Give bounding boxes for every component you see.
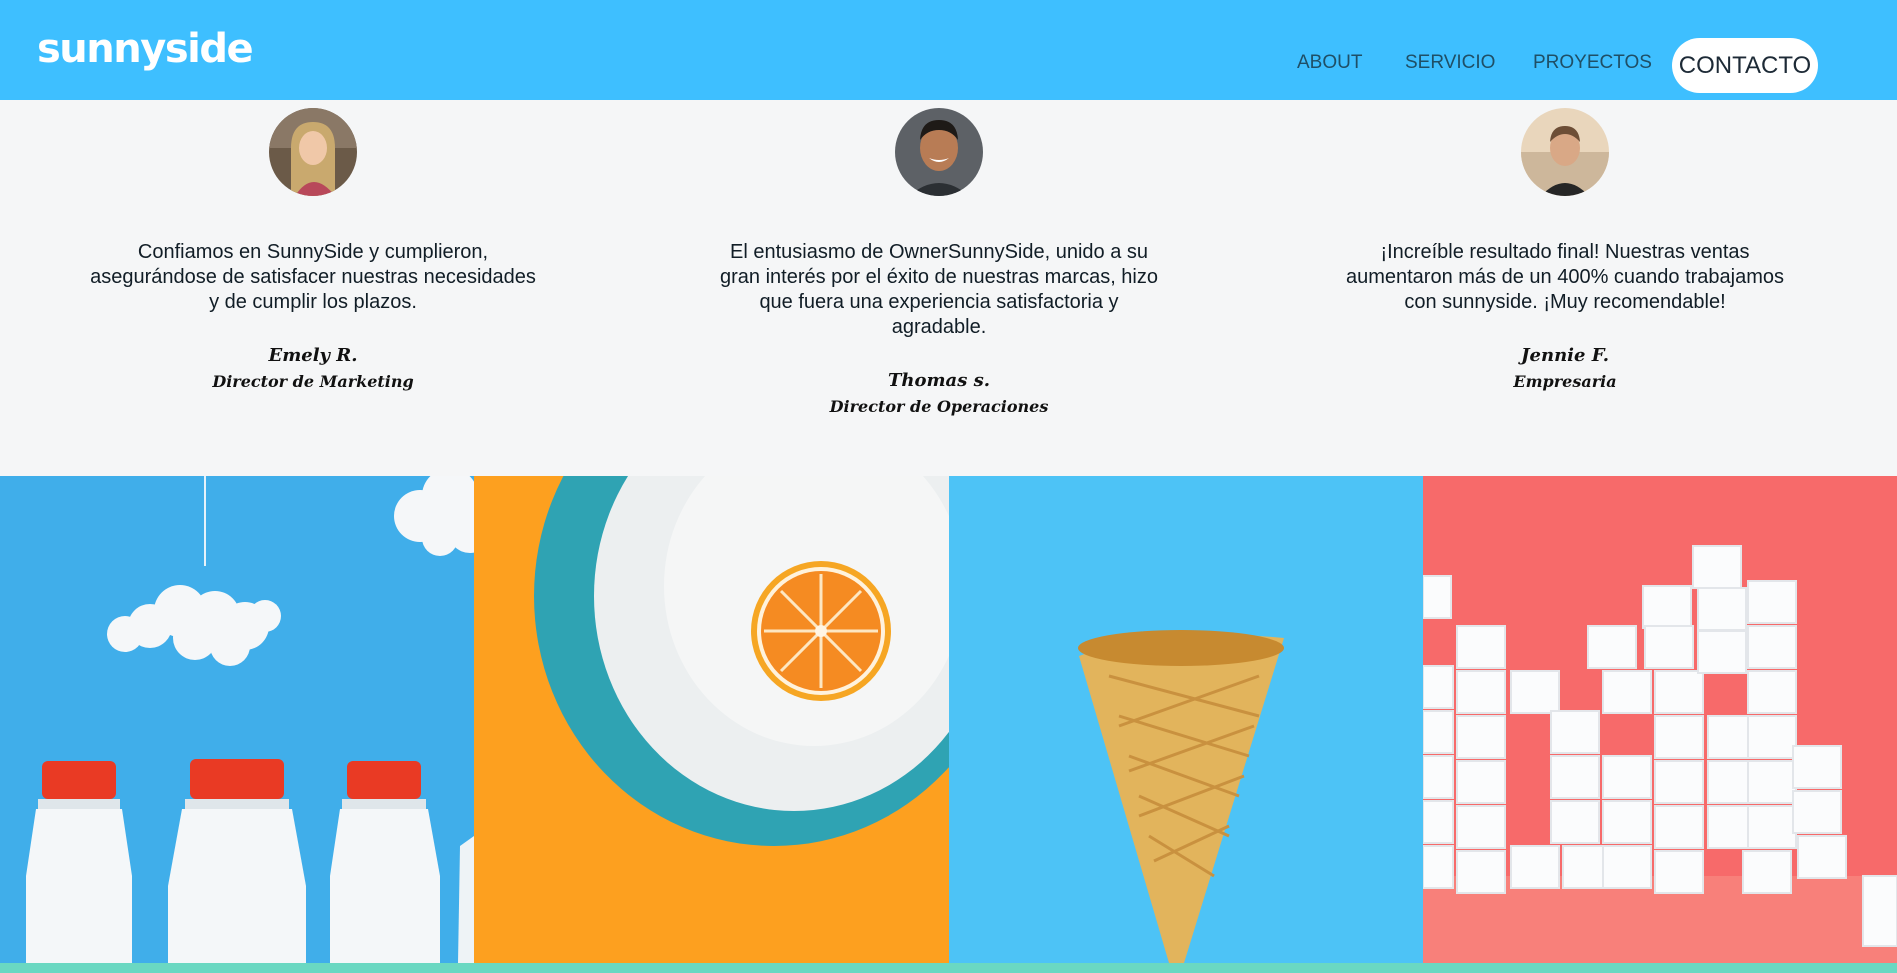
testimonial-role: Director de Marketing <box>212 372 414 391</box>
sugar-cubes-image <box>1423 476 1897 963</box>
testimonial-card: El entusiasmo de OwnerSunnySide, unido a… <box>679 108 1199 416</box>
milk-bottles-image <box>0 476 474 963</box>
nav-proyectos-link[interactable]: PROYECTOS <box>1533 52 1652 74</box>
testimonial-role: Director de Operaciones <box>829 397 1049 416</box>
testimonial-quote: ¡Increíble resultado final! Nuestras ven… <box>1345 241 1785 313</box>
main-nav: ABOUT SERVICIO PROYECTOS CONTACTO <box>0 38 1897 98</box>
avatar <box>895 108 983 196</box>
avatar <box>269 108 357 196</box>
footer-accent-bar <box>0 963 1897 973</box>
avatar <box>1521 108 1609 196</box>
testimonial-name: Emely R. <box>268 345 358 366</box>
testimonial-role: Empresaria <box>1513 372 1617 391</box>
site-header: sunnyside ABOUT SERVICIO PROYECTOS CONTA… <box>0 0 1897 100</box>
testimonial-name: Thomas s. <box>888 370 990 391</box>
image-gallery <box>0 476 1897 963</box>
ice-cream-cone-image <box>949 476 1423 963</box>
testimonial-name: Jennie F. <box>1521 345 1609 366</box>
nav-about-link[interactable]: ABOUT <box>1297 52 1362 74</box>
orange-plate-image <box>474 476 949 963</box>
testimonial-card: Confiamos en SunnySide y cumplieron, ase… <box>53 108 573 391</box>
testimonial-card: ¡Increíble resultado final! Nuestras ven… <box>1305 108 1825 391</box>
testimonial-quote: Confiamos en SunnySide y cumplieron, ase… <box>90 241 536 313</box>
testimonial-quote: El entusiasmo de OwnerSunnySide, unido a… <box>720 241 1158 338</box>
contacto-button[interactable]: CONTACTO <box>1672 38 1818 93</box>
nav-servicio-link[interactable]: SERVICIO <box>1405 52 1495 74</box>
